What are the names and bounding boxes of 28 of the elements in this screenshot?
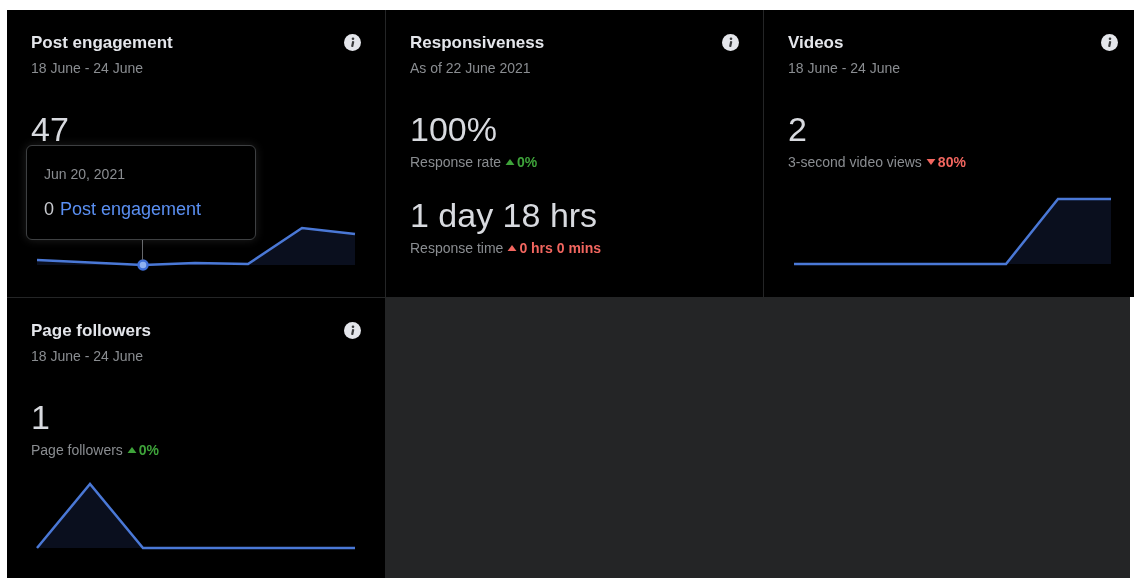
metric-value: 2 [788, 110, 808, 148]
date-range: 18 June - 24 June [788, 60, 901, 76]
tooltip-label: Post engagement [60, 199, 202, 220]
metric-label: Page followers [31, 442, 123, 458]
tooltip-date: Jun 20, 2021 [44, 166, 126, 182]
change-value: 0% [517, 154, 538, 170]
change-value: 80% [937, 154, 966, 170]
card-title: Videos [788, 32, 845, 54]
card-title: Responsiveness [410, 32, 545, 54]
metric-label: Response rate [410, 154, 502, 170]
info-icon[interactable] [1101, 34, 1118, 51]
card-title: Post engagement [31, 32, 173, 54]
tooltip-count: 0 [44, 199, 54, 220]
change-value: 0% [138, 442, 160, 458]
date-range: 18 June - 24 June [31, 60, 145, 76]
metric-value: 100% [410, 110, 498, 148]
date-range: 18 June - 24 June [31, 348, 145, 364]
info-icon[interactable] [344, 34, 361, 51]
metric-label: Response time [410, 240, 504, 256]
date-range: As of 22 June 2021 [410, 60, 532, 76]
change-value: 0 hrs 0 mins [519, 240, 602, 256]
metric-value: 1 day 18 hrs [410, 196, 599, 234]
metric-value: 1 [31, 398, 51, 436]
card-title: Page followers [31, 320, 151, 342]
metric-value: 47 [31, 110, 70, 148]
metric-label: 3-second video views [788, 154, 922, 170]
info-icon[interactable] [344, 322, 361, 339]
info-icon[interactable] [722, 34, 739, 51]
